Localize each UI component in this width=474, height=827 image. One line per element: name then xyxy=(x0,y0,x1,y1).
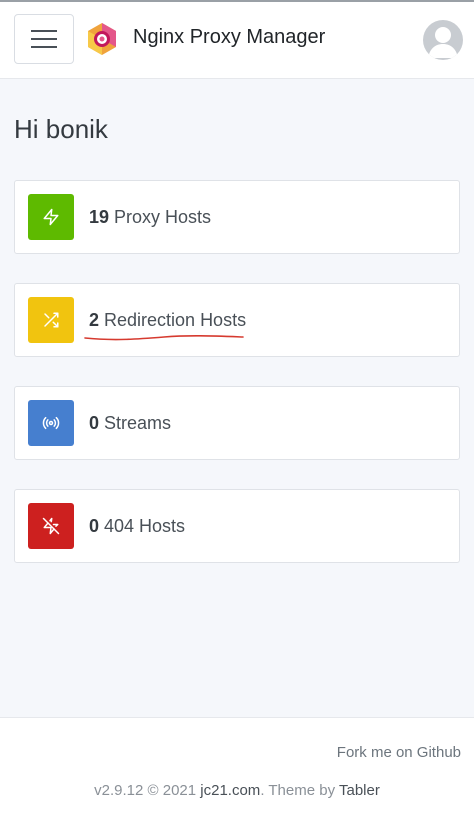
lightning-icon xyxy=(43,208,59,226)
streams-card[interactable]: 0 Streams xyxy=(14,386,460,460)
app-header: Nginx Proxy Manager xyxy=(0,2,474,79)
dead-hosts-label: 404 Hosts xyxy=(104,516,186,536)
hamburger-icon xyxy=(31,30,57,48)
streams-count: 0 xyxy=(89,413,100,433)
dead-hosts-count: 0 xyxy=(89,516,100,536)
page-footer: Fork me on Github v2.9.12 © 2021 jc21.co… xyxy=(0,717,474,827)
radio-icon xyxy=(42,416,60,430)
site-link[interactable]: jc21.com xyxy=(200,782,260,799)
redirection-hosts-stat: 2 Redirection Hosts xyxy=(89,310,246,331)
zap-off-icon xyxy=(42,517,60,535)
dead-hosts-card[interactable]: 0 404 Hosts xyxy=(14,489,460,563)
proxy-hosts-count: 19 xyxy=(89,207,110,227)
proxy-hosts-stat: 19 Proxy Hosts xyxy=(89,207,211,228)
app-title[interactable]: Nginx Proxy Manager xyxy=(133,26,325,49)
version-text: v2.9.12 © 2021 xyxy=(94,782,197,799)
streams-label: Streams xyxy=(104,413,172,433)
proxy-hosts-card[interactable]: 19 Proxy Hosts xyxy=(14,180,460,254)
dead-hosts-icon-tile xyxy=(28,503,74,549)
redirection-hosts-count: 2 xyxy=(89,310,100,330)
proxy-hosts-label: Proxy Hosts xyxy=(114,207,212,227)
redirection-hosts-icon-tile xyxy=(28,297,74,343)
github-fork-link[interactable]: Fork me on Github xyxy=(337,744,461,761)
tabler-link[interactable]: Tabler xyxy=(339,782,380,799)
page-greeting: Hi bonik xyxy=(14,114,108,144)
redirection-hosts-card[interactable]: 2 Redirection Hosts xyxy=(14,283,460,357)
theme-text: . Theme by xyxy=(260,782,336,799)
redirection-hosts-label: Redirection Hosts xyxy=(104,310,247,330)
menu-toggle-button[interactable] xyxy=(14,14,74,64)
app-logo[interactable] xyxy=(86,22,118,56)
proxy-hosts-icon-tile xyxy=(28,194,74,240)
streams-icon-tile xyxy=(28,400,74,446)
user-avatar[interactable] xyxy=(423,20,463,60)
shuffle-icon xyxy=(44,312,59,328)
user-icon xyxy=(428,27,458,58)
dead-hosts-stat: 0 404 Hosts xyxy=(89,516,185,537)
handwritten-underline xyxy=(84,335,244,341)
copyright-line: v2.9.12 © 2021 jc21.com. Theme by Tabler xyxy=(0,782,474,799)
streams-stat: 0 Streams xyxy=(89,413,171,434)
